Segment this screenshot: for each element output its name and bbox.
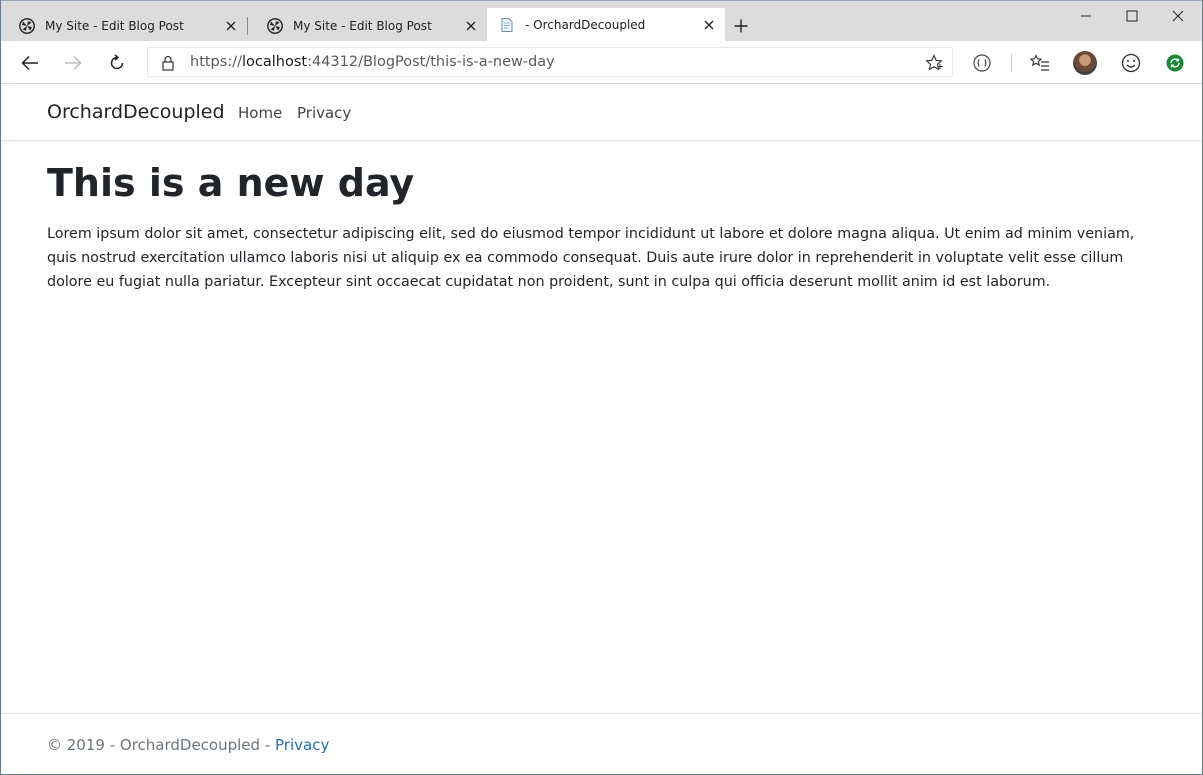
reading-view-icon[interactable]	[969, 50, 995, 76]
footer-copyright: © 2019 - OrchardDecoupled -	[47, 736, 276, 754]
back-arrow-icon[interactable]	[17, 50, 43, 76]
profile-avatar[interactable]	[1073, 51, 1097, 75]
address-bar[interactable]: https://localhost:44312/BlogPost/this-is…	[147, 47, 953, 77]
site-navbar: OrchardDecoupled Home Privacy	[1, 84, 1202, 141]
url-scheme: https://	[190, 54, 242, 70]
browser-tab-3-active[interactable]: - OrchardDecoupled	[487, 8, 725, 42]
sync-status-icon[interactable]	[1162, 50, 1188, 76]
refresh-icon[interactable]	[104, 50, 130, 76]
browser-tab-1[interactable]: My Site - Edit Blog Post	[1, 9, 247, 42]
minimize-window-icon[interactable]	[1063, 5, 1109, 27]
tab-title: - OrchardDecoupled	[525, 18, 646, 32]
tab-title: My Site - Edit Blog Post	[293, 18, 432, 33]
maximize-window-icon[interactable]	[1109, 5, 1155, 27]
tab-title: My Site - Edit Blog Post	[45, 18, 184, 33]
close-tab-icon[interactable]	[223, 18, 239, 34]
favorites-list-icon[interactable]	[1027, 50, 1053, 76]
footer-privacy-link[interactable]: Privacy	[275, 736, 329, 754]
post-body: Lorem ipsum dolor sit amet, consectetur …	[47, 226, 1135, 290]
forward-arrow-icon[interactable]	[60, 50, 86, 76]
orchard-icon	[19, 17, 35, 34]
site-footer: © 2019 - OrchardDecoupled - Privacy	[1, 713, 1202, 774]
post-title: This is a new day	[47, 161, 415, 205]
lock-icon[interactable]	[160, 54, 176, 72]
favorite-star-icon[interactable]	[924, 53, 944, 73]
browser-tab-strip: My Site - Edit Blog Post My Site - Edit …	[1, 0, 1202, 42]
close-tab-icon[interactable]	[463, 18, 479, 34]
smiley-feedback-icon[interactable]	[1118, 50, 1144, 76]
nav-home-link[interactable]: Home	[238, 104, 282, 122]
url-text[interactable]: https://localhost:44312/BlogPost/this-is…	[190, 54, 555, 70]
nav-privacy-link[interactable]: Privacy	[297, 104, 351, 122]
browser-tab-2[interactable]: My Site - Edit Blog Post	[249, 9, 487, 42]
close-window-icon[interactable]	[1155, 5, 1201, 27]
orchard-icon	[267, 17, 283, 34]
browser-toolbar: https://localhost:44312/BlogPost/this-is…	[1, 41, 1202, 84]
site-brand-link[interactable]: OrchardDecoupled	[47, 101, 225, 123]
tab-separator	[247, 17, 248, 35]
footer-text: © 2019 - OrchardDecoupled - Privacy	[47, 736, 329, 754]
toolbar-divider	[1011, 54, 1012, 72]
close-tab-icon[interactable]	[701, 17, 717, 33]
new-tab-icon[interactable]	[731, 16, 751, 36]
url-path: :44312/BlogPost/this-is-a-new-day	[307, 54, 555, 70]
url-host: localhost	[241, 54, 308, 70]
page-icon	[499, 17, 515, 33]
